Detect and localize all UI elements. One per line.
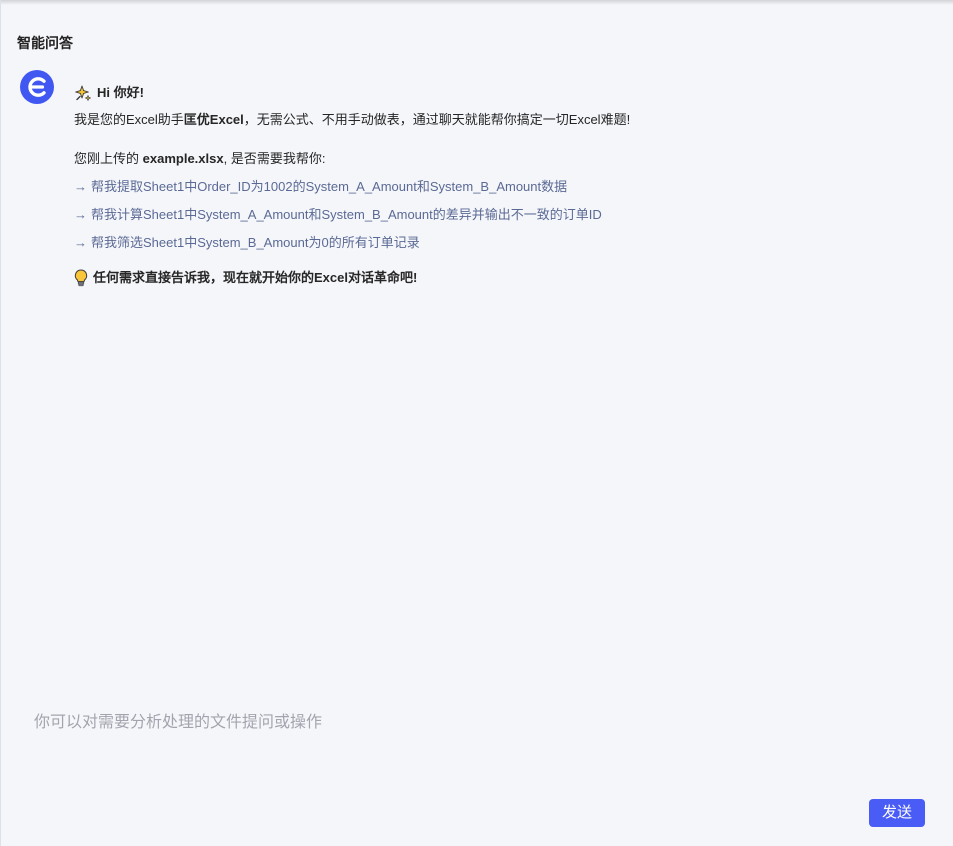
assistant-name: 匡优Excel [183,112,244,127]
suggestion-text: 帮我计算Sheet1中System_A_Amount和System_B_Amou… [91,207,602,222]
uploaded-filename: example.xlsx [142,151,224,166]
lightbulb-icon [74,269,88,287]
left-border [0,0,1,846]
assistant-avatar [20,70,54,104]
suggestion-item[interactable]: → 帮我提取Sheet1中Order_ID为1002的System_A_Amou… [74,177,914,197]
assistant-message: Hi 你好! 我是您的Excel助手 匡优Excel ，无需公式、不用手动做表，通过… [74,83,914,288]
intro-prefix: 我是您的Excel助手 [74,112,184,127]
send-button[interactable]: 发送 [869,799,925,827]
arrow-right-icon: → [74,235,87,250]
closing-line: 任何需求直接告诉我，现在就开始你的Excel对话革命吧! [74,268,914,288]
closing-text: 任何需求直接告诉我，现在就开始你的Excel对话革命吧! [93,270,418,285]
greeting-line: Hi 你好! [74,83,914,103]
arrow-right-icon: → [74,179,87,194]
question-input[interactable] [34,711,914,737]
suggestion-item[interactable]: → 帮我筛选Sheet1中System_B_Amount为0的所有订单记录 [74,233,914,253]
suggestion-text: 帮我提取Sheet1中Order_ID为1002的System_A_Amount… [91,179,568,194]
upload-suffix: , 是否需要我帮你: [223,151,326,166]
intro-line: 我是您的Excel助手 匡优Excel ，无需公式、不用手动做表，通过聊天就能帮你搞… [74,110,914,130]
intro-suffix: ，无需公式、不用手动做表，通过聊天就能帮你搞定一切Excel难题! [243,112,631,127]
upload-line: 您刚上传的 example.xlsx, 是否需要我帮你: [74,149,914,169]
greeting-text: Hi 你好! [97,85,144,100]
upload-prefix: 您刚上传的 [74,151,140,166]
excel-e-logo-icon [20,70,54,104]
suggestion-item[interactable]: → 帮我计算Sheet1中System_A_Amount和System_B_Am… [74,205,914,225]
page-title: 智能问答 [17,35,73,51]
sparkle-icon [74,84,92,102]
suggestion-text: 帮我筛选Sheet1中System_B_Amount为0的所有订单记录 [91,235,420,250]
top-shadow [0,0,953,5]
arrow-right-icon: → [74,207,87,222]
